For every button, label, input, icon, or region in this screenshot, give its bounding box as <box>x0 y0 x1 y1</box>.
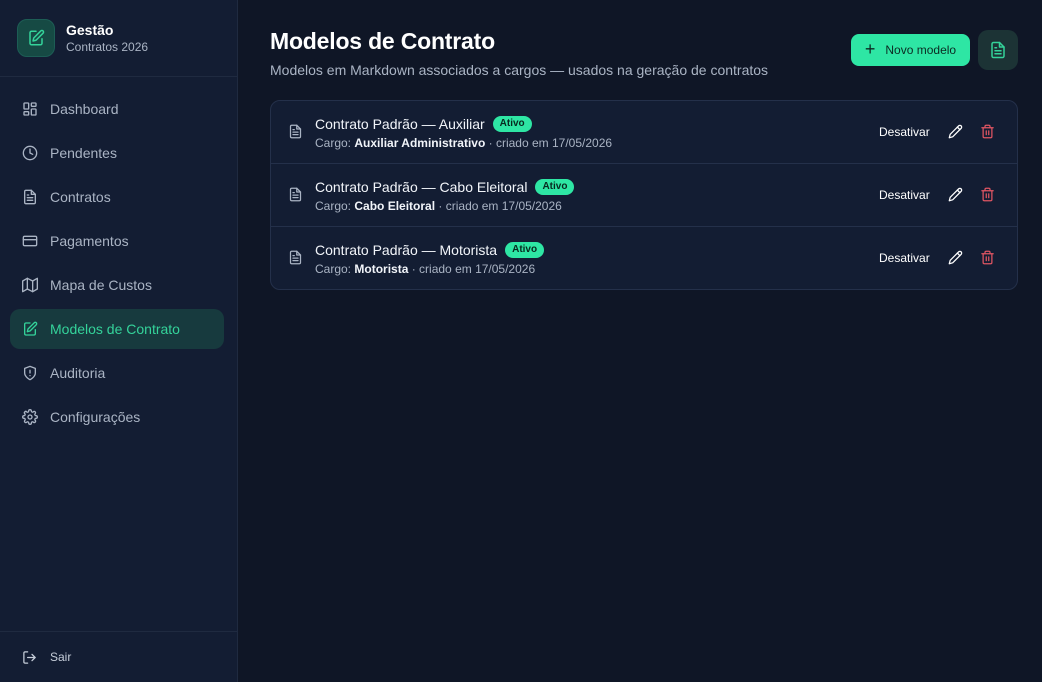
cargo-label: Cargo: <box>315 262 352 276</box>
cargo-value: Cabo Eleitoral <box>354 199 436 213</box>
sidebar-item-label: Pendentes <box>50 145 117 161</box>
list-item: Contrato Padrão — Cabo Eleitoral Ativo C… <box>271 164 1017 227</box>
sidebar-item-label: Dashboard <box>50 101 119 117</box>
sidebar-item-label: Configurações <box>50 409 141 425</box>
sidebar: Gestão Contratos 2026 Dashboard Pendente… <box>0 0 238 682</box>
list-item: Contrato Padrão — Auxiliar Ativo Cargo: … <box>271 101 1017 164</box>
sidebar-item-contratos[interactable]: Contratos <box>10 177 224 217</box>
sidebar-item-label: Modelos de Contrato <box>50 321 180 337</box>
grid-icon <box>23 102 37 116</box>
template-title: Contrato Padrão — Auxiliar <box>315 116 485 132</box>
sidebar-item-modelos-de-contrato[interactable]: Modelos de Contrato <box>10 309 224 349</box>
file-text-icon <box>991 41 1005 59</box>
new-template-button[interactable]: + Novo modelo <box>851 34 970 66</box>
file-icon <box>289 187 302 202</box>
file-icon <box>24 189 36 205</box>
created-date: · criado em 17/05/2026 <box>411 262 536 276</box>
sidebar-item-label: Mapa de Custos <box>50 277 152 293</box>
logout-button[interactable]: Sair <box>0 631 237 682</box>
trash-icon[interactable] <box>980 124 995 139</box>
template-list: Contrato Padrão — Auxiliar Ativo Cargo: … <box>270 100 1018 290</box>
main-content: Modelos de Contrato Modelos em Markdown … <box>238 0 1042 682</box>
page-subtitle: Modelos em Markdown associados a cargos … <box>270 62 769 78</box>
pencil-icon[interactable] <box>948 124 963 139</box>
clock-icon <box>22 145 38 161</box>
template-title: Contrato Padrão — Cabo Eleitoral <box>315 179 528 195</box>
logout-icon <box>23 650 36 664</box>
sidebar-item-label: Auditoria <box>50 365 106 381</box>
file-icon <box>289 250 302 265</box>
shield-alert-icon <box>24 365 36 381</box>
credit-card-icon <box>22 235 38 247</box>
status-badge: Ativo <box>535 179 575 195</box>
logout-label: Sair <box>50 650 72 664</box>
deactivate-button[interactable]: Desativar <box>879 251 930 265</box>
cargo-label: Cargo: <box>315 136 352 150</box>
brand-title: Gestão <box>66 21 114 38</box>
sidebar-item-dashboard[interactable]: Dashboard <box>10 89 224 129</box>
sidebar-item-label: Contratos <box>50 189 111 205</box>
status-badge: Ativo <box>505 242 545 258</box>
brand-subtitle: Contratos 2026 <box>66 39 149 54</box>
created-date: · criado em 17/05/2026 <box>488 136 613 150</box>
sidebar-item-pendentes[interactable]: Pendentes <box>10 133 224 173</box>
sidebar-nav: Dashboard Pendentes Contratos Pagamentos… <box>0 77 237 437</box>
pencil-icon[interactable] <box>948 187 963 202</box>
template-meta: Cargo: Auxiliar Administrativo · criado … <box>315 136 612 150</box>
file-edit-icon <box>24 321 38 336</box>
template-meta: Cargo: Motorista · criado em 17/05/2026 <box>315 262 544 276</box>
page-header: Modelos de Contrato Modelos em Markdown … <box>270 28 768 78</box>
deactivate-button[interactable]: Desativar <box>879 188 930 202</box>
template-title: Contrato Padrão — Motorista <box>315 242 498 258</box>
sidebar-item-label: Pagamentos <box>50 233 129 249</box>
sidebar-item-pagamentos[interactable]: Pagamentos <box>10 221 224 261</box>
plus-icon: + <box>864 39 876 59</box>
sidebar-item-configuracoes[interactable]: Configurações <box>10 397 224 437</box>
cargo-value: Auxiliar Administrativo <box>354 136 486 150</box>
sidebar-item-auditoria[interactable]: Auditoria <box>10 353 224 393</box>
page-title: Modelos de Contrato <box>270 28 495 54</box>
deactivate-button[interactable]: Desativar <box>879 125 930 139</box>
brand: Gestão Contratos 2026 <box>0 0 237 77</box>
cargo-label: Cargo: <box>315 199 352 213</box>
sidebar-item-mapa-de-custos[interactable]: Mapa de Custos <box>10 265 224 305</box>
list-item: Contrato Padrão — Motorista Ativo Cargo:… <box>271 227 1017 289</box>
status-badge: Ativo <box>492 116 532 132</box>
gear-icon <box>22 409 38 425</box>
trash-icon[interactable] <box>980 187 995 202</box>
cargo-value: Motorista <box>354 262 409 276</box>
new-template-label: Novo modelo <box>885 43 957 57</box>
brand-logo-icon <box>17 19 55 57</box>
template-meta: Cargo: Cabo Eleitoral · criado em 17/05/… <box>315 199 574 213</box>
file-icon <box>289 124 302 139</box>
pencil-icon[interactable] <box>948 250 963 265</box>
trash-icon[interactable] <box>980 250 995 265</box>
created-date: · criado em 17/05/2026 <box>438 199 562 213</box>
map-icon <box>22 277 38 293</box>
document-button[interactable] <box>978 30 1018 70</box>
